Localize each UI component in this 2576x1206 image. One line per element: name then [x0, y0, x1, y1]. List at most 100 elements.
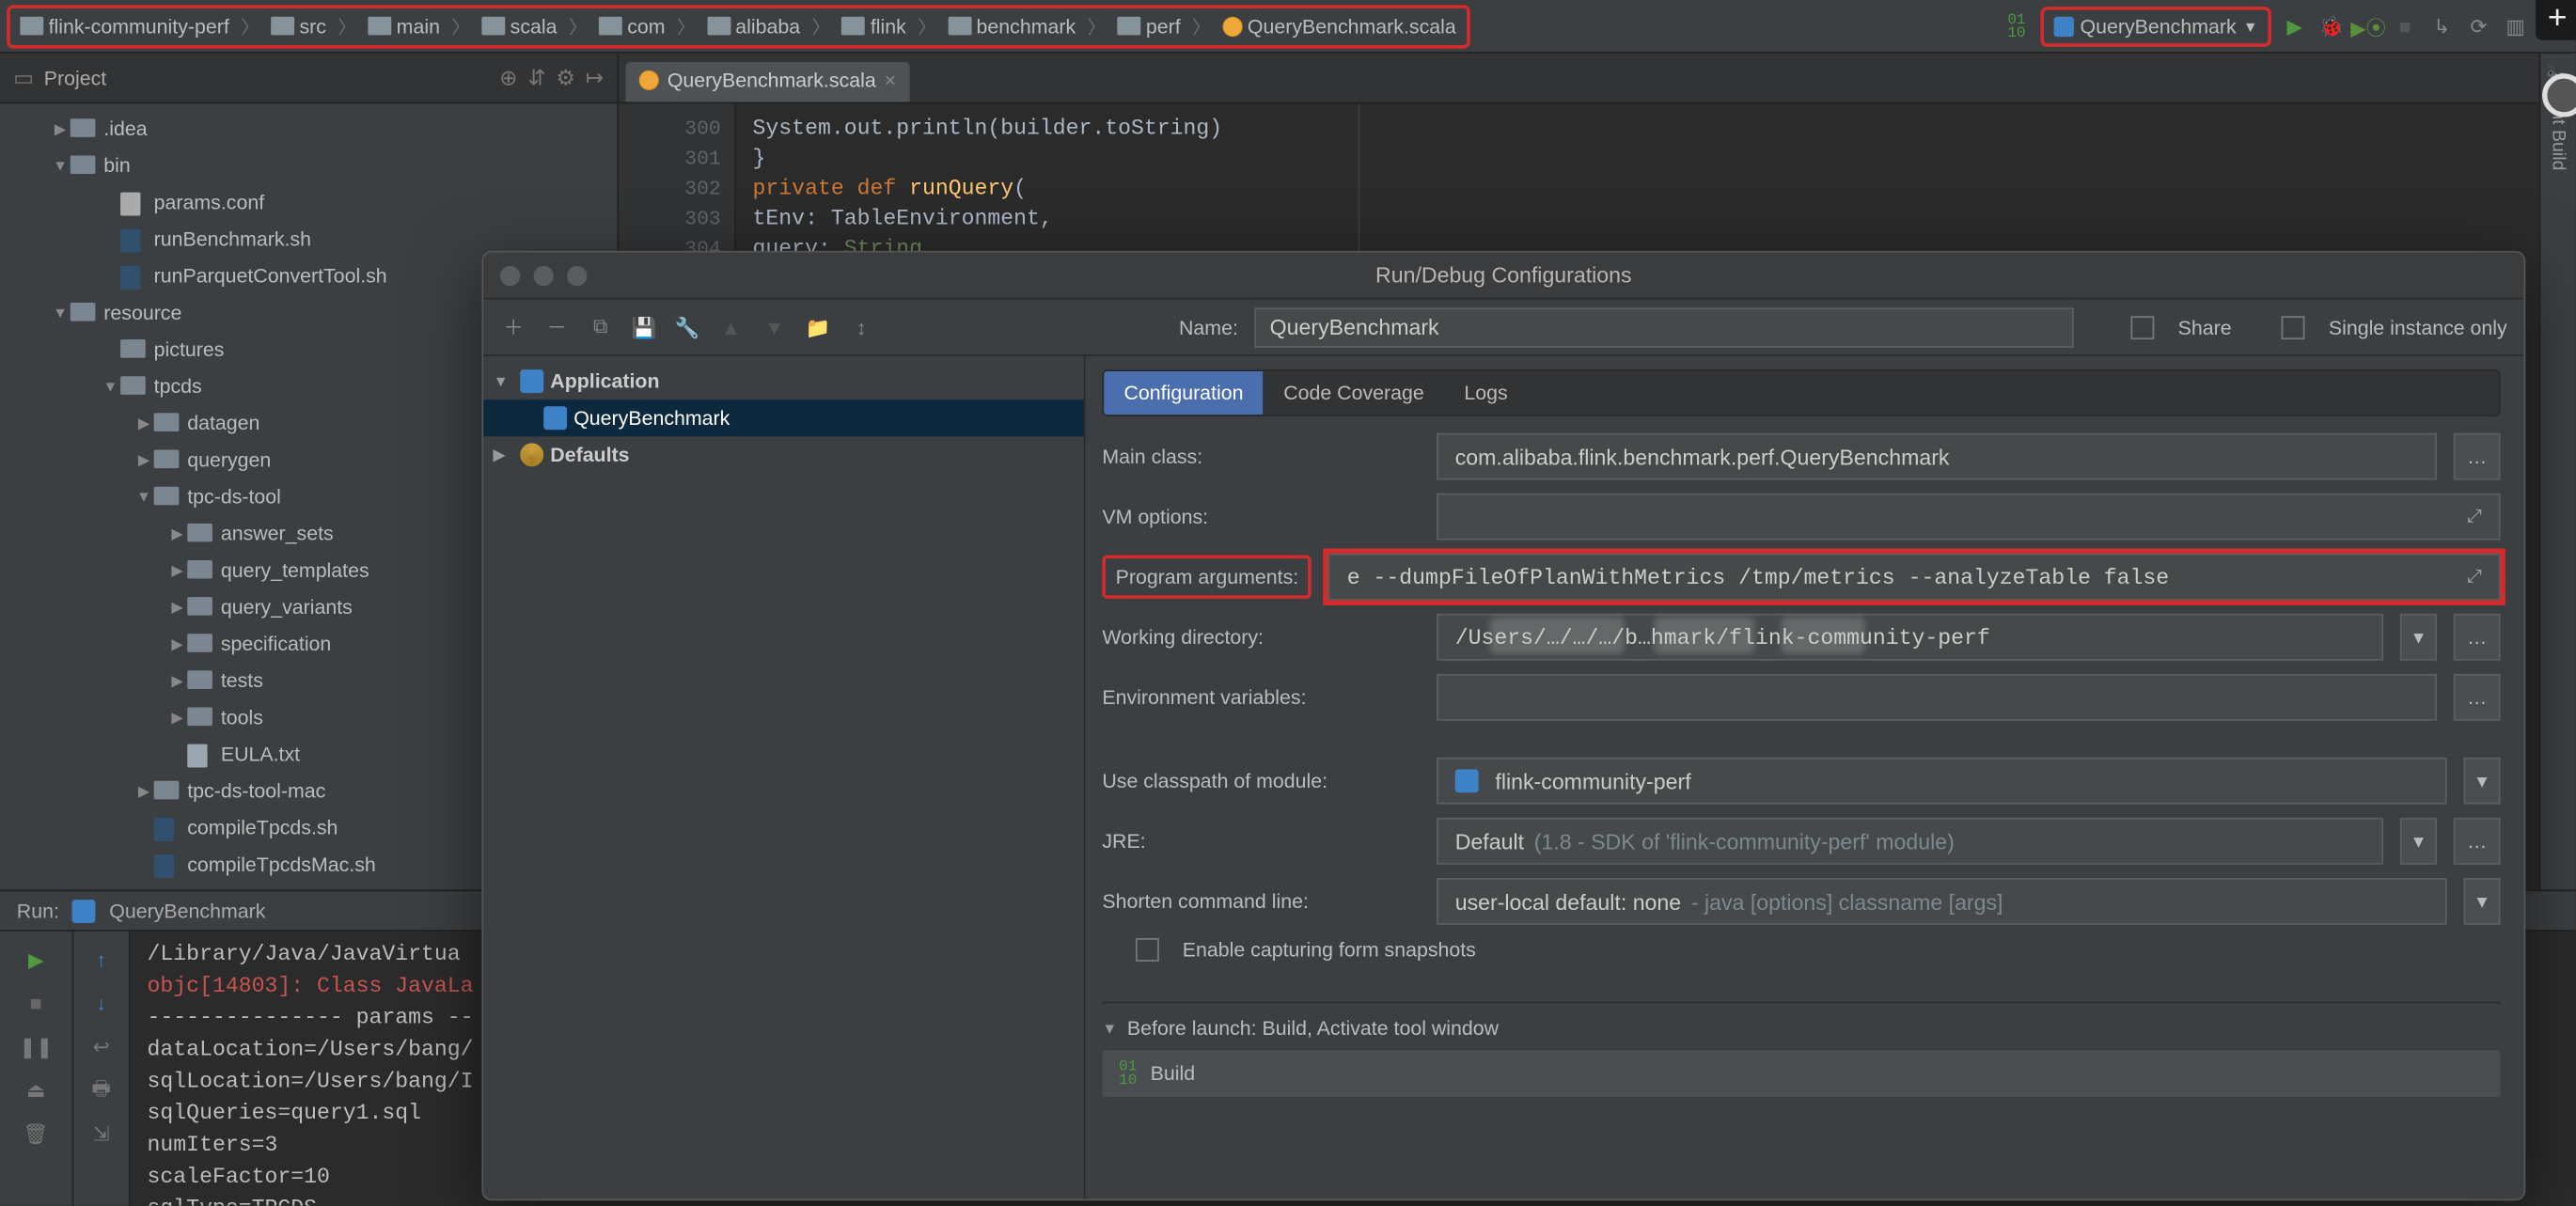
breadcrumb-item[interactable]: com — [592, 14, 672, 38]
snapshots-checkbox[interactable] — [1136, 938, 1159, 962]
browse-jre-button[interactable]: … — [2454, 818, 2501, 865]
locate-icon[interactable]: ⊕ — [499, 64, 517, 90]
folder-icon[interactable]: 📁 — [805, 314, 831, 340]
tab-configuration[interactable]: Configuration — [1104, 371, 1264, 415]
sort-icon[interactable]: ↕ — [848, 314, 874, 340]
expand-closed-icon[interactable]: ▶ — [50, 119, 70, 138]
run-coverage-icon[interactable]: ▶⦿ — [2355, 13, 2381, 39]
config-tree[interactable]: ▼ Application QueryBenchmark ▶ Defaults — [483, 356, 1085, 1199]
export-icon[interactable]: ⇲ — [86, 1119, 117, 1149]
run-icon[interactable]: ▶ — [2282, 13, 2308, 39]
rerun-icon[interactable]: ▶ — [21, 945, 51, 975]
tree-row[interactable]: params.conf — [0, 184, 617, 221]
program-args-field[interactable]: e --dumpFileOfPlanWithMetrics /tmp/metri… — [1328, 554, 2500, 601]
stop-icon[interactable]: ■ — [21, 988, 51, 1018]
vm-options-field[interactable]: ⤢ — [1437, 493, 2500, 540]
browse-main-class-button[interactable]: … — [2454, 433, 2501, 480]
collapse-icon[interactable]: ⇵ — [527, 64, 545, 90]
shorten-field[interactable]: user-local default: none - java [options… — [1437, 878, 2447, 925]
expand-open-icon[interactable]: ▼ — [134, 488, 153, 505]
layout-icon[interactable]: ▥ — [2502, 13, 2528, 39]
exit-icon[interactable]: ⏏ — [21, 1075, 51, 1105]
expand-closed-icon[interactable]: ▶ — [167, 598, 187, 617]
jre-field[interactable]: Default (1.8 - SDK of 'flink-community-p… — [1437, 818, 2383, 865]
code-line[interactable]: } — [753, 144, 2576, 174]
up-arrow-icon[interactable]: ▲ — [717, 314, 744, 340]
expand-closed-icon[interactable]: ▶ — [167, 708, 187, 727]
gear-icon[interactable]: ⚙ — [556, 64, 575, 90]
main-class-field[interactable]: com.alibaba.flink.benchmark.perf.QueryBe… — [1437, 433, 2437, 480]
expand-closed-icon[interactable]: ▶ — [167, 561, 187, 580]
code-line[interactable]: System.out.println(builder.toString) — [753, 114, 2576, 144]
config-item-querybenchmark[interactable]: QueryBenchmark — [483, 399, 1084, 436]
run-header-name[interactable]: QueryBenchmark — [109, 899, 265, 922]
tree-row[interactable]: ▶.idea — [0, 110, 617, 147]
jre-dropdown[interactable]: ▾ — [2400, 818, 2437, 865]
config-name-input[interactable] — [1255, 306, 2075, 347]
down-arrow-icon[interactable]: ▼ — [761, 314, 787, 340]
expand-open-icon[interactable]: ▼ — [50, 157, 70, 174]
down-icon[interactable]: ↓ — [86, 988, 117, 1018]
expand-closed-icon[interactable]: ▶ — [167, 634, 187, 653]
dialog-titlebar[interactable]: Run/Debug Configurations — [483, 253, 2523, 300]
add-icon[interactable]: ＋ — [500, 314, 526, 340]
up-icon[interactable]: ↑ — [86, 945, 117, 975]
trash-icon[interactable]: 🗑 — [21, 1119, 51, 1149]
editor-tab-querybenchmark[interactable]: QueryBenchmark.scala × — [625, 62, 909, 102]
copy-icon[interactable]: ⧉ — [587, 314, 613, 340]
wrap-icon[interactable]: ↩ — [86, 1032, 117, 1062]
single-instance-checkbox[interactable] — [2282, 315, 2305, 338]
tab-logs[interactable]: Logs — [1444, 371, 1528, 415]
wrench-icon[interactable]: 🔧 — [674, 314, 700, 340]
project-view-header[interactable]: ▭ Project ⊕ ⇵ ⚙ ↦ — [0, 54, 619, 102]
expand-closed-icon[interactable]: ▶ — [167, 671, 187, 690]
breadcrumb-item[interactable]: src — [264, 14, 333, 38]
browse-working-dir-button[interactable]: … — [2454, 614, 2501, 661]
classpath-field[interactable]: flink-community-perf — [1437, 758, 2447, 805]
code-line[interactable]: private def runQuery( — [753, 174, 2576, 204]
expand-open-icon[interactable]: ▼ — [50, 305, 70, 321]
share-checkbox[interactable] — [2131, 315, 2155, 338]
attach-icon[interactable]: ↳ — [2428, 13, 2455, 39]
stop-icon[interactable]: ■ — [2392, 13, 2418, 39]
expand-open-icon[interactable]: ▼ — [101, 378, 120, 395]
expand-closed-icon[interactable]: ▶ — [134, 414, 153, 432]
breadcrumb-item[interactable]: QueryBenchmark.scala — [1216, 14, 1463, 38]
breadcrumb-item[interactable]: scala — [475, 14, 563, 38]
save-icon[interactable]: 💾 — [631, 314, 657, 340]
debug-icon[interactable]: 🐞 — [2318, 13, 2345, 39]
breadcrumb[interactable]: flink-community-perf〉src〉main〉scala〉com〉… — [7, 4, 1469, 47]
expand-closed-icon[interactable]: ▶ — [134, 782, 153, 801]
pause-icon[interactable]: ❚❚ — [21, 1032, 51, 1062]
breadcrumb-item[interactable]: flink — [835, 14, 912, 38]
code-line[interactable]: tEnv: TableEnvironment, — [753, 204, 2576, 234]
breadcrumb-item[interactable]: benchmark — [941, 14, 1082, 38]
tab-code-coverage[interactable]: Code Coverage — [1264, 371, 1444, 415]
editor-code[interactable]: System.out.println(builder.toString) } p… — [619, 103, 2575, 264]
working-dir-dropdown[interactable]: ▾ — [2400, 614, 2437, 661]
expand-icon[interactable]: ⤢ — [2467, 506, 2482, 527]
breadcrumb-item[interactable]: flink-community-perf — [13, 14, 236, 38]
expand-icon[interactable]: ⤢ — [2467, 566, 2482, 587]
run-config-selector[interactable]: QueryBenchmark ▼ — [2040, 7, 2271, 47]
breadcrumb-item[interactable]: main — [361, 14, 447, 38]
expand-closed-icon[interactable]: ▶ — [167, 525, 187, 543]
breadcrumb-item[interactable]: perf — [1111, 14, 1187, 38]
shorten-dropdown[interactable]: ▾ — [2463, 878, 2500, 925]
config-group-defaults[interactable]: ▶ Defaults — [483, 436, 1084, 473]
hide-icon[interactable]: ↦ — [586, 64, 604, 90]
env-field[interactable] — [1437, 674, 2437, 721]
print-icon[interactable]: 🖶 — [86, 1075, 117, 1105]
before-launch-header[interactable]: ▼ Before launch: Build, Activate tool wi… — [1102, 1017, 2500, 1041]
browse-env-button[interactable]: … — [2454, 674, 2501, 721]
breadcrumb-item[interactable]: alibaba — [700, 14, 807, 38]
reload-icon[interactable]: ⟳ — [2465, 13, 2491, 39]
close-tab-icon[interactable]: × — [885, 69, 896, 92]
remove-icon[interactable]: － — [543, 314, 570, 340]
before-launch-item-build[interactable]: 0110 Build — [1102, 1050, 2500, 1097]
classpath-dropdown[interactable]: ▾ — [2463, 758, 2500, 805]
expand-closed-icon[interactable]: ▶ — [134, 450, 153, 469]
new-tab-button[interactable]: + — [2536, 0, 2576, 40]
tree-row[interactable]: ▼bin — [0, 148, 617, 184]
config-group-application[interactable]: ▼ Application — [483, 363, 1084, 399]
